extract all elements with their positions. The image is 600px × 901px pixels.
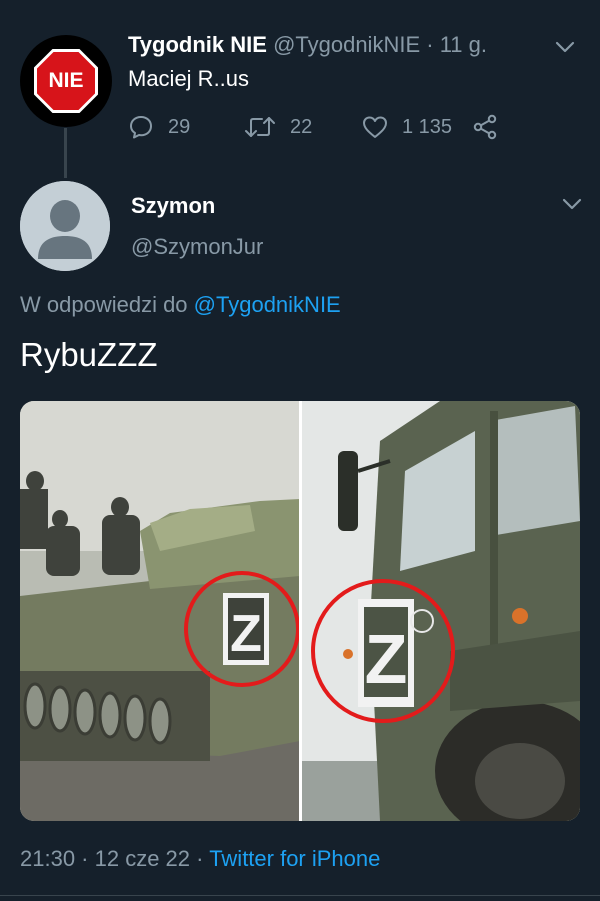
media-photo: Z Z: [20, 401, 580, 821]
divider: [0, 895, 600, 896]
parent-tweet-header: Tygodnik NIE @TygodnikNIE · 11 g.: [128, 32, 487, 58]
default-user-icon: [20, 181, 110, 271]
reply-prefix: W odpowiedzi do: [20, 292, 188, 317]
parent-tweet-text: Maciej R..us: [128, 66, 250, 91]
share-icon: [473, 114, 497, 140]
chevron-down-icon[interactable]: [554, 36, 576, 58]
chevron-down-icon[interactable]: [561, 193, 583, 215]
thread-connector: [64, 128, 67, 178]
tweet-time[interactable]: 11 g.: [440, 32, 487, 57]
retweet-button[interactable]: 22: [244, 114, 362, 140]
reply-icon: [130, 116, 152, 139]
reply-mention-link[interactable]: @TygodnikNIE: [194, 292, 341, 317]
author-handle[interactable]: @SzymonJur: [131, 234, 263, 260]
tweet-media-image[interactable]: Z Z: [20, 401, 580, 821]
tweet-text: RybuZZZ: [20, 336, 158, 373]
tweet-source-link[interactable]: Twitter for iPhone: [209, 846, 380, 871]
like-icon: [363, 116, 387, 138]
separator: ·: [426, 32, 434, 57]
media-mark-right: Z: [365, 620, 408, 698]
tweet-actions: 29 22 1 135: [128, 112, 498, 142]
tweet-footer: 21:30 · 12 cze 22 · Twitter for iPhone: [20, 846, 380, 872]
avatar[interactable]: NIE: [20, 35, 112, 127]
reply-button[interactable]: 29: [128, 114, 244, 140]
tweet-detail-view: NIE Tygodnik NIE @TygodnikNIE · 11 g. Ma…: [0, 0, 600, 901]
reply-count: 29: [168, 115, 191, 138]
separator: ·: [196, 846, 204, 871]
author-name[interactable]: Szymon: [131, 193, 215, 219]
avatar[interactable]: [20, 181, 110, 271]
like-button[interactable]: 1 135: [362, 115, 452, 139]
retweet-icon: [245, 117, 275, 137]
reply-context: W odpowiedzi do @TygodnikNIE: [20, 292, 341, 318]
retweet-count: 22: [290, 115, 313, 138]
avatar-logo-text: NIE: [48, 69, 84, 92]
tweet-timestamp: 21:30 · 12 cze 22: [20, 846, 191, 871]
media-mark-left: Z: [230, 605, 262, 663]
author-handle[interactable]: @TygodnikNIE: [273, 32, 420, 57]
author-name[interactable]: Tygodnik NIE: [128, 32, 267, 57]
share-button[interactable]: [472, 114, 498, 140]
like-count: 1 135: [402, 115, 453, 138]
